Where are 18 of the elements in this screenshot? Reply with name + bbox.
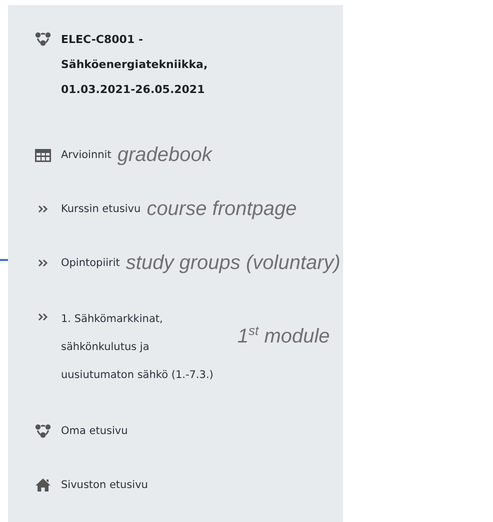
network-icon <box>35 32 51 46</box>
home-icon <box>35 478 51 492</box>
annotation-text: gradebook <box>117 144 212 166</box>
annotation-text: course frontpage <box>146 198 297 220</box>
double-chevron-icon <box>38 313 48 321</box>
nav-link[interactable]: Arvioinnit <box>61 143 112 167</box>
double-chevron-icon <box>38 205 48 213</box>
annotation-text: 1$^{st}$ module <box>237 323 330 349</box>
course-title[interactable]: ELEC-C8001 - Sähköenergiatekniikka, 01.03.2021-26.05.2021 <box>61 27 208 102</box>
annotation-text: study groups (voluntary) <box>126 252 340 274</box>
nav-link[interactable]: Oma etusivu <box>61 419 128 443</box>
nav-link[interactable]: Sivuston etusivu <box>61 473 148 497</box>
nav-link[interactable]: Opintopiirit <box>61 251 120 275</box>
nav-link[interactable]: Kurssin etusivu <box>61 197 141 221</box>
double-chevron-icon <box>38 259 48 267</box>
table-icon <box>35 148 51 162</box>
nav-link[interactable]: 1. Sähkömarkkinat, sähkönkulutus ja uusiutumaton sähkö (1.-7.3.) <box>61 305 214 389</box>
network-icon <box>35 424 51 438</box>
